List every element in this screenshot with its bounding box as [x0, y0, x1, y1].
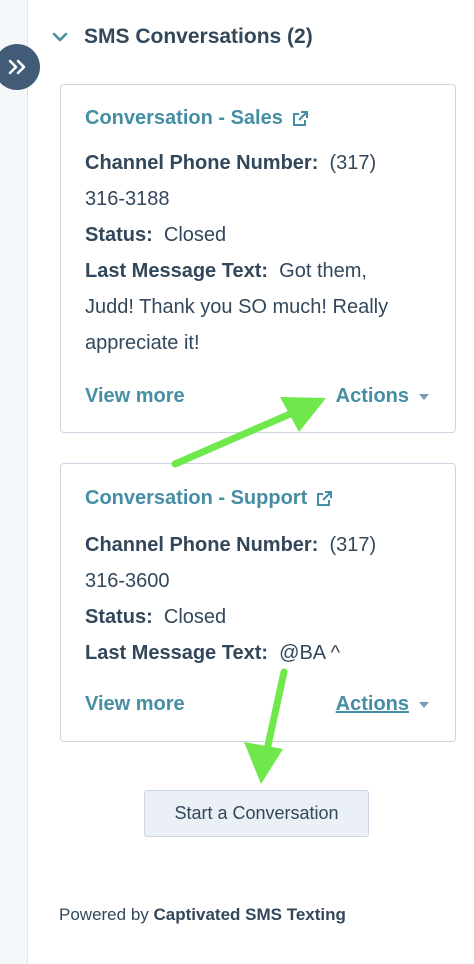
actions-dropdown[interactable]: Actions — [336, 693, 429, 716]
phone-label: Channel Phone Number: — [85, 534, 319, 556]
status-row: Status: Closed — [85, 599, 441, 635]
start-conversation-button[interactable]: Start a Conversation — [144, 790, 369, 837]
status-row: Status: Closed — [85, 217, 441, 253]
phone-label: Channel Phone Number: — [85, 152, 319, 174]
powered-by-prefix: Powered by — [59, 905, 149, 924]
external-link-icon — [315, 490, 333, 508]
conversation-card: Conversation - Support Channel Phone Num… — [60, 463, 456, 742]
last-message-text: @BA ^ — [279, 642, 340, 664]
phone-row: Channel Phone Number: (317) — [85, 145, 441, 181]
last-message-row: Last Message Text: Got them, — [85, 253, 441, 289]
chevron-down-icon — [52, 32, 68, 42]
actions-label: Actions — [335, 385, 409, 407]
status-value: Closed — [163, 224, 227, 246]
conversation-title-link[interactable]: Conversation - Support — [85, 487, 333, 510]
phone-value-cont: 316-3600 — [85, 570, 170, 592]
phone-value: (317) — [329, 534, 377, 556]
section-title: SMS Conversations (2) — [84, 25, 313, 48]
view-more-link[interactable]: View more — [85, 693, 185, 716]
conversation-title: Conversation - Support — [85, 487, 308, 509]
section-header[interactable]: SMS Conversations (2) — [52, 22, 313, 52]
last-message-text-cont: appreciate it! — [85, 332, 200, 354]
conversation-card: Conversation - Sales Channel Phone Numbe… — [60, 84, 456, 433]
powered-by-footer: Powered by Captivated SMS Texting — [59, 905, 346, 925]
phone-value: (317) — [329, 152, 377, 174]
brand-name: Captivated SMS Texting — [153, 905, 346, 924]
double-chevron-right-icon — [8, 59, 26, 75]
caret-down-icon — [419, 393, 429, 400]
left-rail — [0, 0, 28, 964]
conversation-title: Conversation - Sales — [85, 107, 283, 129]
actions-dropdown[interactable]: Actions — [336, 385, 429, 408]
external-link-icon — [291, 110, 309, 128]
status-label: Status: — [85, 224, 153, 246]
status-value: Closed — [163, 606, 227, 628]
view-more-link[interactable]: View more — [85, 385, 185, 408]
actions-label: Actions — [335, 693, 409, 715]
last-message-row: Last Message Text: @BA ^ — [85, 635, 441, 671]
last-message-label: Last Message Text: — [85, 260, 269, 282]
caret-down-icon — [419, 701, 429, 708]
last-message-label: Last Message Text: — [85, 642, 269, 664]
last-message-text-cont: Judd! Thank you SO much! Really — [85, 296, 389, 318]
phone-row: Channel Phone Number: (317) — [85, 527, 441, 563]
status-label: Status: — [85, 606, 153, 628]
last-message-text: Got them, — [279, 260, 367, 282]
expand-sidebar-button[interactable] — [0, 44, 40, 90]
conversation-title-link[interactable]: Conversation - Sales — [85, 107, 309, 130]
phone-value-cont: 316-3188 — [85, 188, 170, 210]
